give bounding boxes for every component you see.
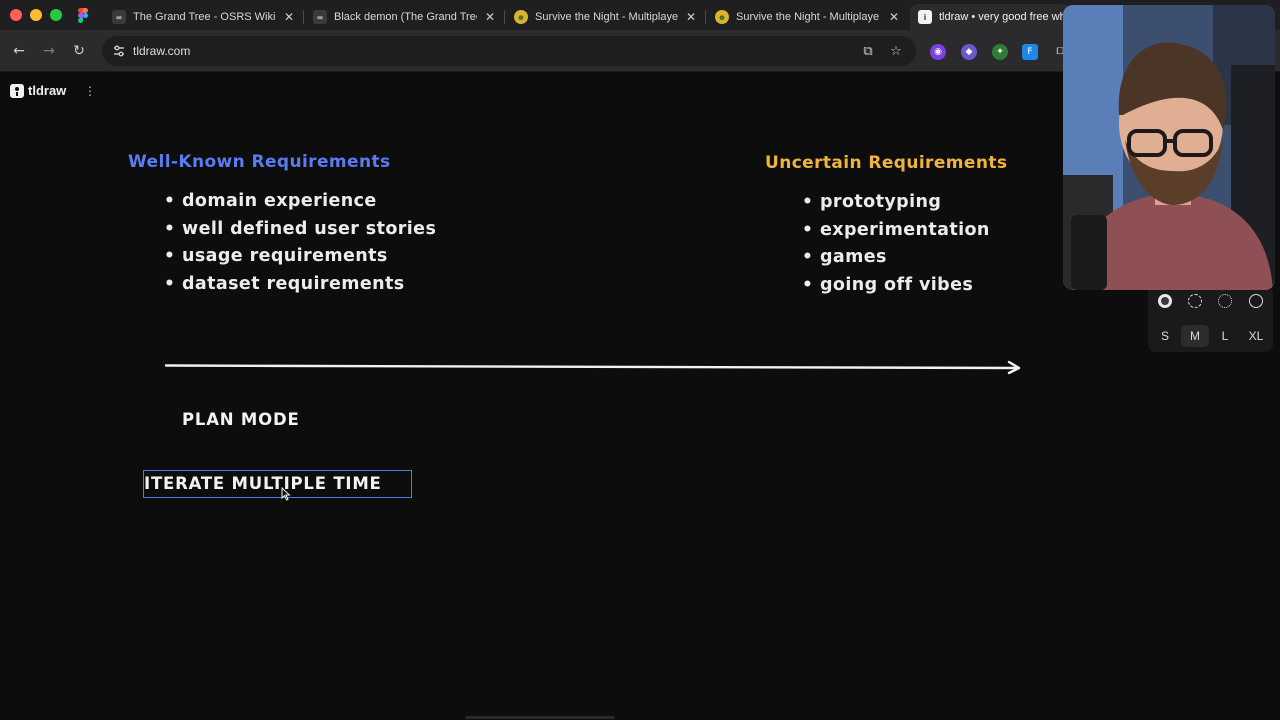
- tldraw-favicon-icon: i: [918, 10, 932, 24]
- close-tab-icon[interactable]: ✕: [282, 10, 296, 24]
- uncertain-heading[interactable]: Uncertain Requirements: [765, 153, 1007, 173]
- plan-mode-text[interactable]: PLAN MODE: [182, 410, 300, 429]
- tab-separator: [705, 10, 706, 24]
- dash-dashed-icon[interactable]: [1188, 294, 1202, 308]
- spectrum-arrow[interactable]: [160, 357, 1030, 377]
- tab-separator: [303, 10, 304, 24]
- tab-tldraw[interactable]: i tldraw • very good free whi: [910, 4, 1070, 30]
- back-icon[interactable]: ←: [10, 42, 28, 60]
- close-tab-icon[interactable]: ✕: [483, 10, 497, 24]
- tab-survive-the-night-2[interactable]: ☻ Survive the Night - Multiplaye ✕: [707, 4, 907, 30]
- presenter-video: [1063, 5, 1275, 290]
- wiki-favicon-icon: ∞: [313, 10, 327, 24]
- bookmark-star-icon[interactable]: ☆: [888, 44, 904, 60]
- tab-grand-tree-wiki[interactable]: ∞ The Grand Tree - OSRS Wiki ✕: [104, 4, 302, 30]
- close-tab-icon[interactable]: ✕: [887, 10, 901, 24]
- list-item: • usage requirements: [164, 246, 388, 266]
- reload-icon[interactable]: ↻: [70, 42, 88, 60]
- game-favicon-icon: ☻: [715, 10, 729, 24]
- list-item: • prototyping: [802, 192, 942, 212]
- url-text: tldraw.com: [133, 44, 191, 58]
- list-item: • games: [802, 247, 887, 267]
- dash-draw-icon[interactable]: [1249, 294, 1263, 308]
- site-settings-icon[interactable]: [112, 44, 126, 58]
- close-window-button[interactable]: [10, 9, 22, 21]
- figma-pinned-tab-icon[interactable]: [78, 8, 88, 23]
- extension-icon[interactable]: ✦: [992, 44, 1008, 60]
- list-item: • well defined user stories: [164, 218, 437, 239]
- dash-solid-icon[interactable]: [1158, 294, 1172, 308]
- extension-icon[interactable]: ◉: [930, 44, 946, 60]
- tab-separator: [504, 10, 505, 24]
- tldraw-brand[interactable]: tldraw: [10, 83, 66, 98]
- size-xl-button[interactable]: XL: [1242, 325, 1270, 347]
- maximize-window-button[interactable]: [50, 9, 62, 21]
- list-item: • experimentation: [802, 219, 990, 240]
- size-l-button[interactable]: L: [1211, 325, 1239, 347]
- extension-icon[interactable]: F: [1022, 44, 1038, 60]
- wiki-favicon-icon: ∞: [112, 10, 126, 24]
- uncertain-list[interactable]: • prototyping • experimentation • games • go…: [802, 189, 990, 299]
- style-panel: S M L XL: [1148, 286, 1273, 352]
- size-s-button[interactable]: S: [1151, 325, 1179, 347]
- extension-icon[interactable]: ◆: [961, 44, 977, 60]
- webcam-overlay: [1063, 5, 1275, 290]
- game-favicon-icon: ☻: [514, 10, 528, 24]
- forward-icon[interactable]: →: [40, 42, 58, 60]
- iterate-text[interactable]: ITERATE MULTIPLE TIME: [144, 474, 382, 493]
- install-app-icon[interactable]: ⧉: [860, 44, 876, 60]
- bottom-handle: [465, 716, 615, 719]
- dash-dotted-icon[interactable]: [1218, 294, 1232, 308]
- list-item: • domain experience: [164, 191, 377, 211]
- well-known-list[interactable]: • domain experience • well defined user st…: [164, 188, 436, 298]
- tldraw-logo-icon: [10, 83, 24, 98]
- size-m-button[interactable]: M: [1181, 325, 1209, 347]
- tab-survive-the-night-1[interactable]: ☻ Survive the Night - Multiplaye ✕: [506, 4, 704, 30]
- tab-black-demon[interactable]: ∞ Black demon (The Grand Tree ✕: [305, 4, 503, 30]
- list-item: • going off vibes: [802, 274, 974, 295]
- close-tab-icon[interactable]: ✕: [684, 10, 698, 24]
- mouse-cursor-icon: [281, 487, 291, 501]
- address-bar[interactable]: tldraw.com ⧉ ☆: [102, 36, 916, 66]
- well-known-heading[interactable]: Well-Known Requirements: [128, 152, 391, 172]
- main-menu-icon[interactable]: ⋮: [84, 82, 96, 100]
- minimize-window-button[interactable]: [30, 9, 42, 21]
- list-item: • dataset requirements: [164, 273, 405, 294]
